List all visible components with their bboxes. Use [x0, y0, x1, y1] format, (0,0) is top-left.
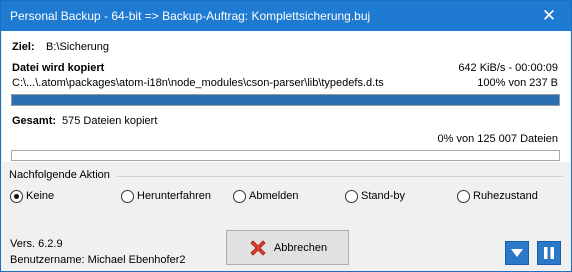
radio-logoff-indicator[interactable] — [233, 189, 246, 203]
triangle-down-icon — [511, 249, 523, 257]
radio-standby-indicator[interactable] — [345, 189, 358, 203]
radio-hibernate-label: Ruhezustand — [473, 190, 538, 202]
radio-none[interactable]: Keine — [10, 188, 54, 204]
radio-logoff[interactable]: Abmelden — [233, 188, 299, 204]
radio-shutdown-label: Herunterfahren — [137, 190, 211, 202]
red-x-icon — [250, 239, 266, 256]
radio-none-indicator[interactable] — [10, 189, 23, 203]
radio-shutdown-indicator[interactable] — [121, 189, 134, 203]
username-text: Benutzername: Michael Ebenhofer2 — [10, 254, 186, 266]
file-progress-bar — [11, 94, 560, 106]
total-value: 575 Dateien kopiert — [62, 115, 158, 127]
pause-button[interactable] — [537, 241, 561, 265]
total-label: Gesamt: — [12, 115, 57, 127]
file-progress-fill — [12, 95, 559, 105]
close-button[interactable]: ✕ — [527, 1, 571, 31]
radio-hibernate[interactable]: Ruhezustand — [457, 188, 538, 204]
target-label: Ziel: — [12, 41, 35, 53]
current-file-path: C:\...\.atom\packages\atom-i18n\node_mod… — [12, 77, 384, 89]
file-progress-text: 100% von 237 B — [477, 77, 558, 89]
radio-standby[interactable]: Stand-by — [345, 188, 405, 204]
pause-icon — [544, 247, 554, 259]
current-file-label: Datei wird kopiert — [12, 62, 105, 74]
target-value: B:\Sicherung — [46, 41, 109, 53]
cancel-button-label: Abbrechen — [273, 241, 328, 254]
progress-panel: Ziel: B:\Sicherung Datei wird kopiert 64… — [2, 31, 570, 162]
transfer-stats: 642 KiB/s - 00:00:09 — [458, 62, 558, 74]
radio-hibernate-indicator[interactable] — [457, 189, 470, 203]
radio-standby-label: Stand-by — [361, 190, 406, 202]
minimize-to-tray-button[interactable] — [505, 241, 529, 265]
version-text: Vers. 6.2.9 — [10, 238, 63, 250]
cancel-button[interactable]: Abbrechen — [226, 230, 349, 265]
radio-shutdown[interactable]: Herunterfahren — [121, 188, 211, 204]
total-progress-text: 0% von 125 007 Dateien — [437, 133, 558, 145]
backup-window: Personal Backup - 64-bit => Backup-Auftr… — [0, 0, 572, 272]
radio-none-label: Keine — [26, 190, 55, 202]
total-progress-bar — [11, 150, 560, 161]
title-bar[interactable]: Personal Backup - 64-bit => Backup-Auftr… — [1, 1, 571, 31]
window-title: Personal Backup - 64-bit => Backup-Auftr… — [10, 9, 371, 23]
followup-group-label: Nachfolgende Aktion — [9, 169, 110, 181]
radio-logoff-label: Abmelden — [249, 190, 299, 202]
followup-group-divider — [117, 176, 563, 177]
